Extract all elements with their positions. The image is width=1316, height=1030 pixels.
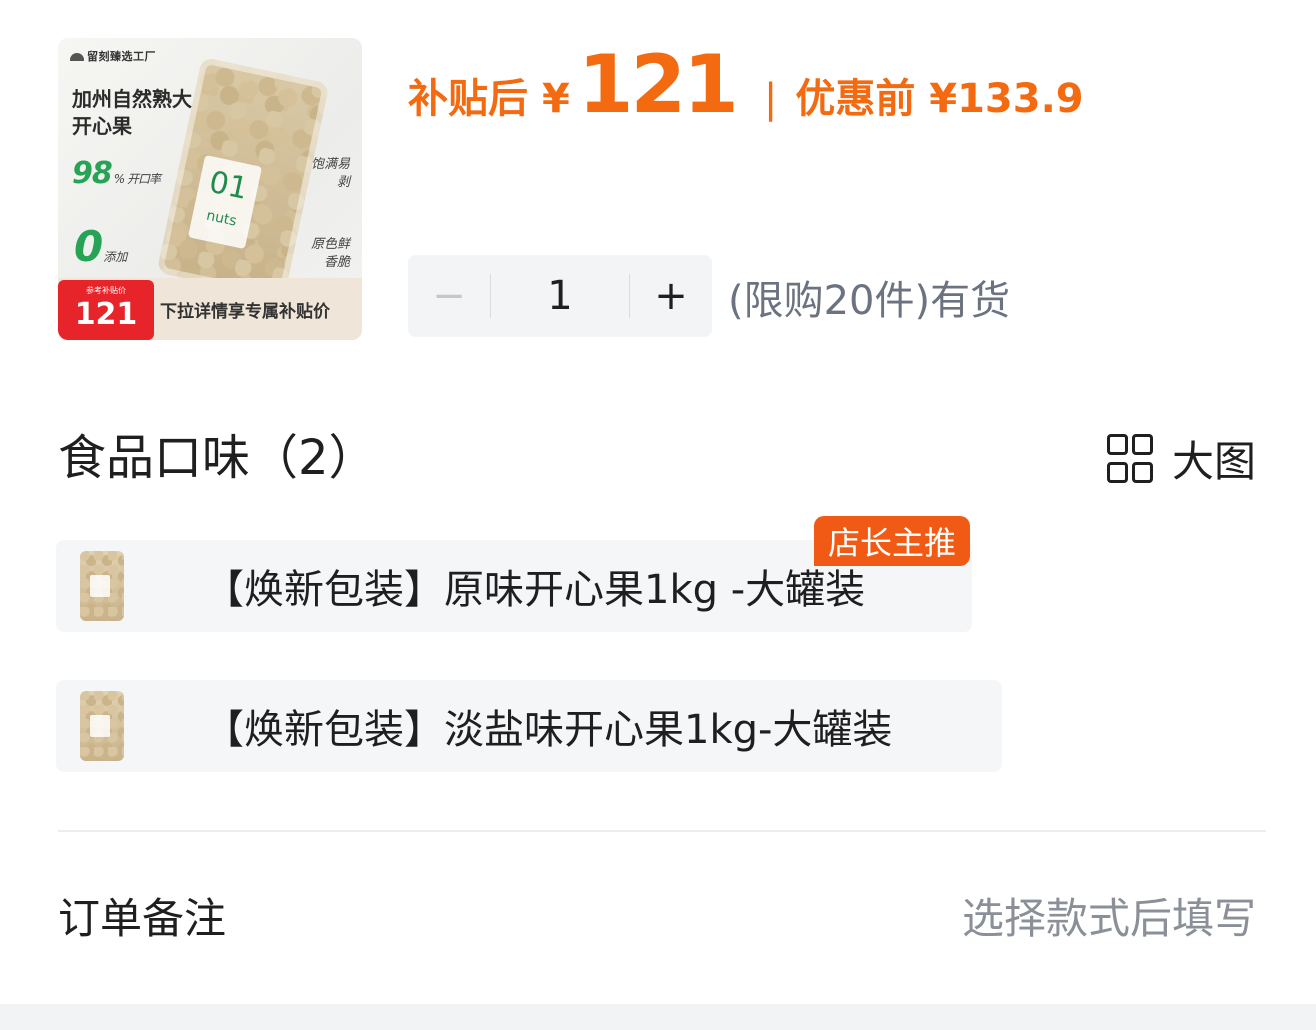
jar-label-sub: nuts	[204, 207, 239, 230]
thumbnail-zero-additive: 0添加	[74, 222, 127, 271]
price-before: 优惠前 ¥133.9	[795, 76, 1084, 122]
thumbnail-open-rate: 98% 开口率	[72, 156, 161, 191]
price-row: 补贴后 ¥ 121 | 优惠前 ¥133.9	[408, 38, 1084, 131]
price-separator: |	[763, 76, 778, 122]
open-rate-value: 98	[72, 156, 113, 191]
increment-button[interactable]: +	[630, 255, 712, 337]
open-rate-unit: % 开口率	[113, 172, 161, 186]
decrement-button[interactable]: −	[408, 255, 490, 337]
option-thumbnail	[80, 551, 124, 621]
zero-label: 添加	[103, 250, 128, 264]
bottom-bar	[0, 1004, 1316, 1030]
zero-value: 0	[74, 222, 104, 271]
flavor-option-light-salt[interactable]: 【焕新包装】淡盐味开心果1kg-大罐装	[56, 680, 1002, 772]
thumbnail-side-text-a: 饱满易剥	[310, 157, 350, 190]
large-image-label: 大图	[1171, 437, 1256, 486]
badge-price: 121	[74, 297, 138, 332]
thumbnail-cta: 下拉详情享专属补贴价	[160, 302, 330, 322]
jar-label-main: 01	[206, 164, 251, 207]
badge-caption: 参考补贴价	[86, 286, 126, 295]
price-after-label: 补贴后	[408, 76, 528, 122]
quantity-stepper: − 1 +	[408, 255, 712, 337]
option-thumbnail	[80, 691, 124, 761]
currency-symbol: ¥	[542, 76, 570, 122]
recommend-badge: 店长主推	[813, 516, 970, 566]
section-divider	[58, 830, 1266, 832]
price-after-value: 121	[577, 38, 739, 131]
flavor-option-original[interactable]: 【焕新包装】原味开心果1kg -大罐装 店长主推	[56, 516, 972, 632]
option-label: 【焕新包装】原味开心果1kg -大罐装	[204, 567, 866, 613]
large-image-toggle[interactable]: 大图	[1106, 428, 1256, 489]
option-label: 【焕新包装】淡盐味开心果1kg-大罐装	[204, 707, 893, 753]
order-note-label: 订单备注	[58, 894, 227, 943]
thumbnail-price-badge: 参考补贴价 121	[58, 280, 154, 340]
flavor-section-title: 食品口味（2）	[58, 430, 377, 486]
sku-selector-panel: 留刻臻选工厂 01 nuts 加州自然熟大开心果 98% 开口率 0添加 饱满易…	[0, 0, 1316, 1030]
thumbnail-title: 加州自然熟大开心果	[72, 87, 192, 138]
thumbnail-side-text-b: 原色鲜香脆	[310, 237, 350, 270]
quantity-value[interactable]: 1	[491, 273, 629, 319]
order-note-hint[interactable]: 选择款式后填写	[962, 885, 1256, 946]
grid-icon	[1106, 434, 1153, 483]
thumbnail-brand: 留刻臻选工厂	[70, 48, 156, 64]
product-thumbnail[interactable]: 留刻臻选工厂 01 nuts 加州自然熟大开心果 98% 开口率 0添加 饱满易…	[58, 38, 362, 340]
stock-status: (限购20件)有货	[728, 278, 1011, 324]
